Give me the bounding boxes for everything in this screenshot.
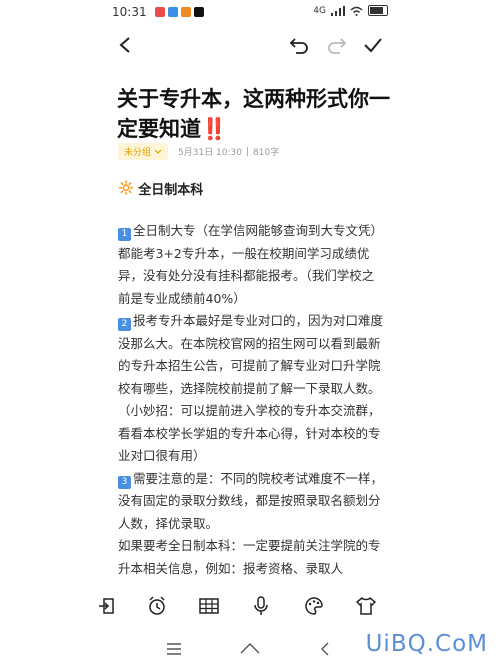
section-heading-text: 全日制本科 <box>138 183 204 198</box>
app-notification-icon <box>154 7 165 17</box>
back-nav-button[interactable] <box>314 637 338 661</box>
status-time: 10:31 <box>112 5 147 19</box>
keycap-number-icon: 2 <box>118 318 131 331</box>
wifi-icon <box>350 6 363 16</box>
network-label: 4G <box>313 5 326 16</box>
alarm-clock-icon <box>149 596 165 615</box>
paragraph: 2 报考专升本最好是专业对口的，因为对口难度没那么大。在本院校官网的招生网可以看到… <box>118 310 386 468</box>
app-notification-icon <box>180 7 191 17</box>
table-icon <box>199 598 219 614</box>
paragraph-text: 如果要考全日制本科：一定要提前关注学院的专升本相关信息，例如：报考资格、录取人 <box>118 538 381 576</box>
chevron-left-icon <box>119 37 130 53</box>
chevron-down-icon <box>154 149 162 154</box>
note-body[interactable]: 1 全日制大专（在学信网能够查询到大专文凭）都能考3+2专升本，一般在校期间学习成… <box>118 220 386 580</box>
theme-button[interactable] <box>302 594 326 618</box>
note-meta: 未分组 5月31日 10:30 | 810字 <box>118 143 279 160</box>
keycap-number-icon: 3 <box>118 475 131 489</box>
app-notification-icon <box>167 7 178 17</box>
format-toolbar <box>0 586 500 626</box>
editor-toolbar <box>0 30 500 60</box>
voice-input-button[interactable] <box>249 594 273 618</box>
paragraph: 如果要考全日制本科：一定要提前关注学院的专升本相关信息，例如：报考资格、录取人 <box>118 535 386 580</box>
battery-icon <box>368 5 388 16</box>
done-button[interactable] <box>360 32 386 58</box>
home-nav-button[interactable] <box>238 637 262 661</box>
status-bar: 10:31 4G <box>0 0 500 24</box>
redo-button[interactable] <box>324 32 350 58</box>
section-heading: 🔆 全日制本科 <box>118 179 203 198</box>
note-title[interactable]: 关于专升本，这两种形式你一定要知道‼️ <box>117 84 397 144</box>
status-right: 4G <box>313 5 388 16</box>
watermark: UiBQ.CoM <box>365 631 488 657</box>
menu-nav-button[interactable] <box>162 637 186 661</box>
paragraph-text: 需要注意的是：不同的院校考试难度不一样，没有固定的录取分数线，都是按照录取名额划… <box>118 470 384 531</box>
note-date: 5月31日 10:30 <box>178 148 242 158</box>
word-count: 810字 <box>253 148 280 158</box>
paragraph-text: 报考专升本最好是专业对口的，因为对口难度没那么大。在本院校官网的招生网可以看到最… <box>118 313 384 463</box>
keycap-number-icon: 1 <box>118 228 131 241</box>
microphone-icon <box>254 596 268 615</box>
undo-button[interactable] <box>286 32 312 58</box>
skin-button[interactable] <box>354 594 378 618</box>
home-icon <box>240 643 260 654</box>
checkmark-icon <box>364 38 382 53</box>
tshirt-icon <box>356 597 376 615</box>
tiktok-icon <box>193 7 204 17</box>
meta-separator: | <box>246 146 250 157</box>
paragraph: 1 全日制大专（在学信网能够查询到大专文凭）都能考3+2专升本，一般在校期间学习成… <box>118 220 386 310</box>
category-label: 未分组 <box>124 148 152 158</box>
sun-emoji: 🔆 <box>118 181 135 196</box>
redo-icon <box>328 38 347 54</box>
export-button[interactable] <box>94 594 118 618</box>
signal-icon <box>331 5 345 16</box>
paragraph: 3 需要注意的是：不同的院校考试难度不一样，没有固定的录取分数线，都是按照录取名额… <box>118 468 386 536</box>
export-icon <box>99 598 114 614</box>
double-exclamation-emoji: ‼️ <box>201 117 228 141</box>
paragraph-text: 全日制大专（在学信网能够查询到大专文凭）都能考3+2专升本，一般在校期间学习成绩… <box>118 223 384 306</box>
notification-icons <box>154 7 204 17</box>
table-button[interactable] <box>197 594 221 618</box>
menu-icon <box>167 643 181 655</box>
reminder-button[interactable] <box>145 594 169 618</box>
palette-icon <box>305 597 323 615</box>
back-button[interactable] <box>112 32 138 58</box>
back-arrow-icon <box>321 642 329 656</box>
note-title-text: 关于专升本，这两种形式你一定要知道 <box>117 87 390 141</box>
category-selector[interactable]: 未分组 <box>118 143 169 160</box>
undo-icon <box>289 38 308 54</box>
